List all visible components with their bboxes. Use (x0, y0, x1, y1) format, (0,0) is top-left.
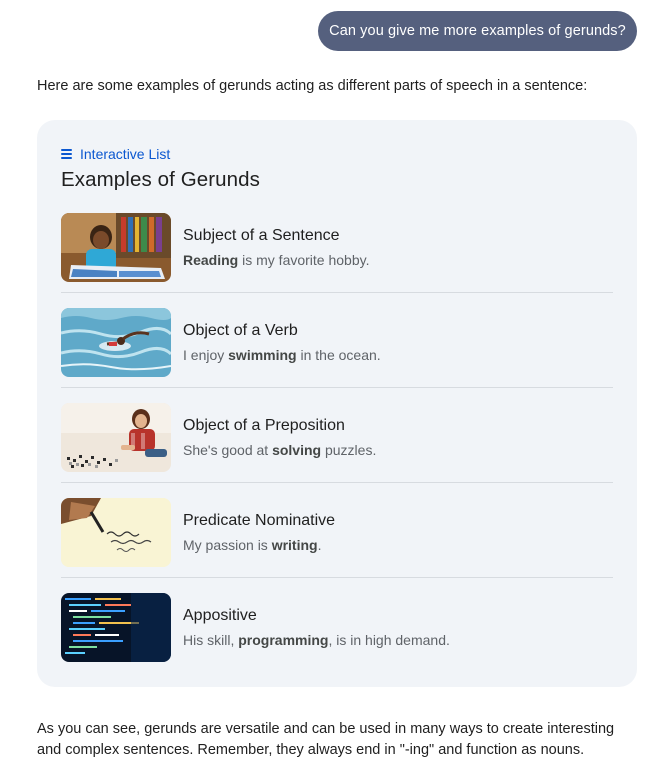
thumbnail-image (61, 403, 171, 472)
item-example: I enjoy swimming in the ocean. (183, 347, 381, 363)
list-item[interactable]: Predicate Nominative My passion is writi… (61, 483, 613, 578)
code-on-screen-image (61, 593, 171, 662)
interactive-list-card: Interactive List Examples of Gerunds Sub… (37, 120, 637, 687)
thumbnail-image (61, 498, 171, 567)
item-example: Reading is my favorite hobby. (183, 252, 370, 268)
list-item[interactable]: Object of a Preposition She's good at so… (61, 388, 613, 483)
thumbnail-image (61, 213, 171, 282)
gerund-word: swimming (228, 347, 297, 363)
item-title: Object of a Preposition (183, 417, 345, 434)
gerund-word: Reading (183, 252, 239, 268)
person-swimming-ocean-image (61, 308, 171, 377)
list-icon (61, 149, 72, 159)
list-item[interactable]: Subject of a Sentence Reading is my favo… (61, 198, 613, 293)
item-title: Object of a Verb (183, 322, 298, 339)
gerund-list: Subject of a Sentence Reading is my favo… (61, 198, 613, 673)
response-outro: As you can see, gerunds are versatile an… (37, 721, 615, 758)
girl-reading-book-image (61, 213, 171, 282)
list-item[interactable]: Object of a Verb I enjoy swimming in the… (61, 293, 613, 388)
item-title: Appositive (183, 607, 257, 624)
woman-solving-puzzle-image (61, 403, 171, 472)
response-intro: Here are some examples of gerunds acting… (37, 78, 588, 94)
thumbnail-image (61, 593, 171, 662)
thumbnail-image (61, 308, 171, 377)
gerund-word: solving (272, 442, 322, 458)
list-item[interactable]: Appositive His skill, programming, is in… (61, 578, 613, 673)
card-title: Examples of Gerunds (61, 168, 261, 191)
gerund-word: writing (271, 537, 318, 553)
item-title: Predicate Nominative (183, 512, 336, 529)
card-kicker-label: Interactive List (80, 146, 171, 162)
item-example: His skill, programming, is in high deman… (183, 632, 450, 648)
user-message-bubble: Can you give me more examples of gerunds… (318, 11, 637, 51)
item-example: My passion is writing. (183, 537, 322, 553)
hand-writing-paper-image (61, 498, 171, 567)
item-title: Subject of a Sentence (183, 227, 340, 244)
card-kicker: Interactive List (61, 145, 170, 163)
gerund-word: programming (238, 632, 329, 648)
item-example: She's good at solving puzzles. (183, 442, 377, 458)
